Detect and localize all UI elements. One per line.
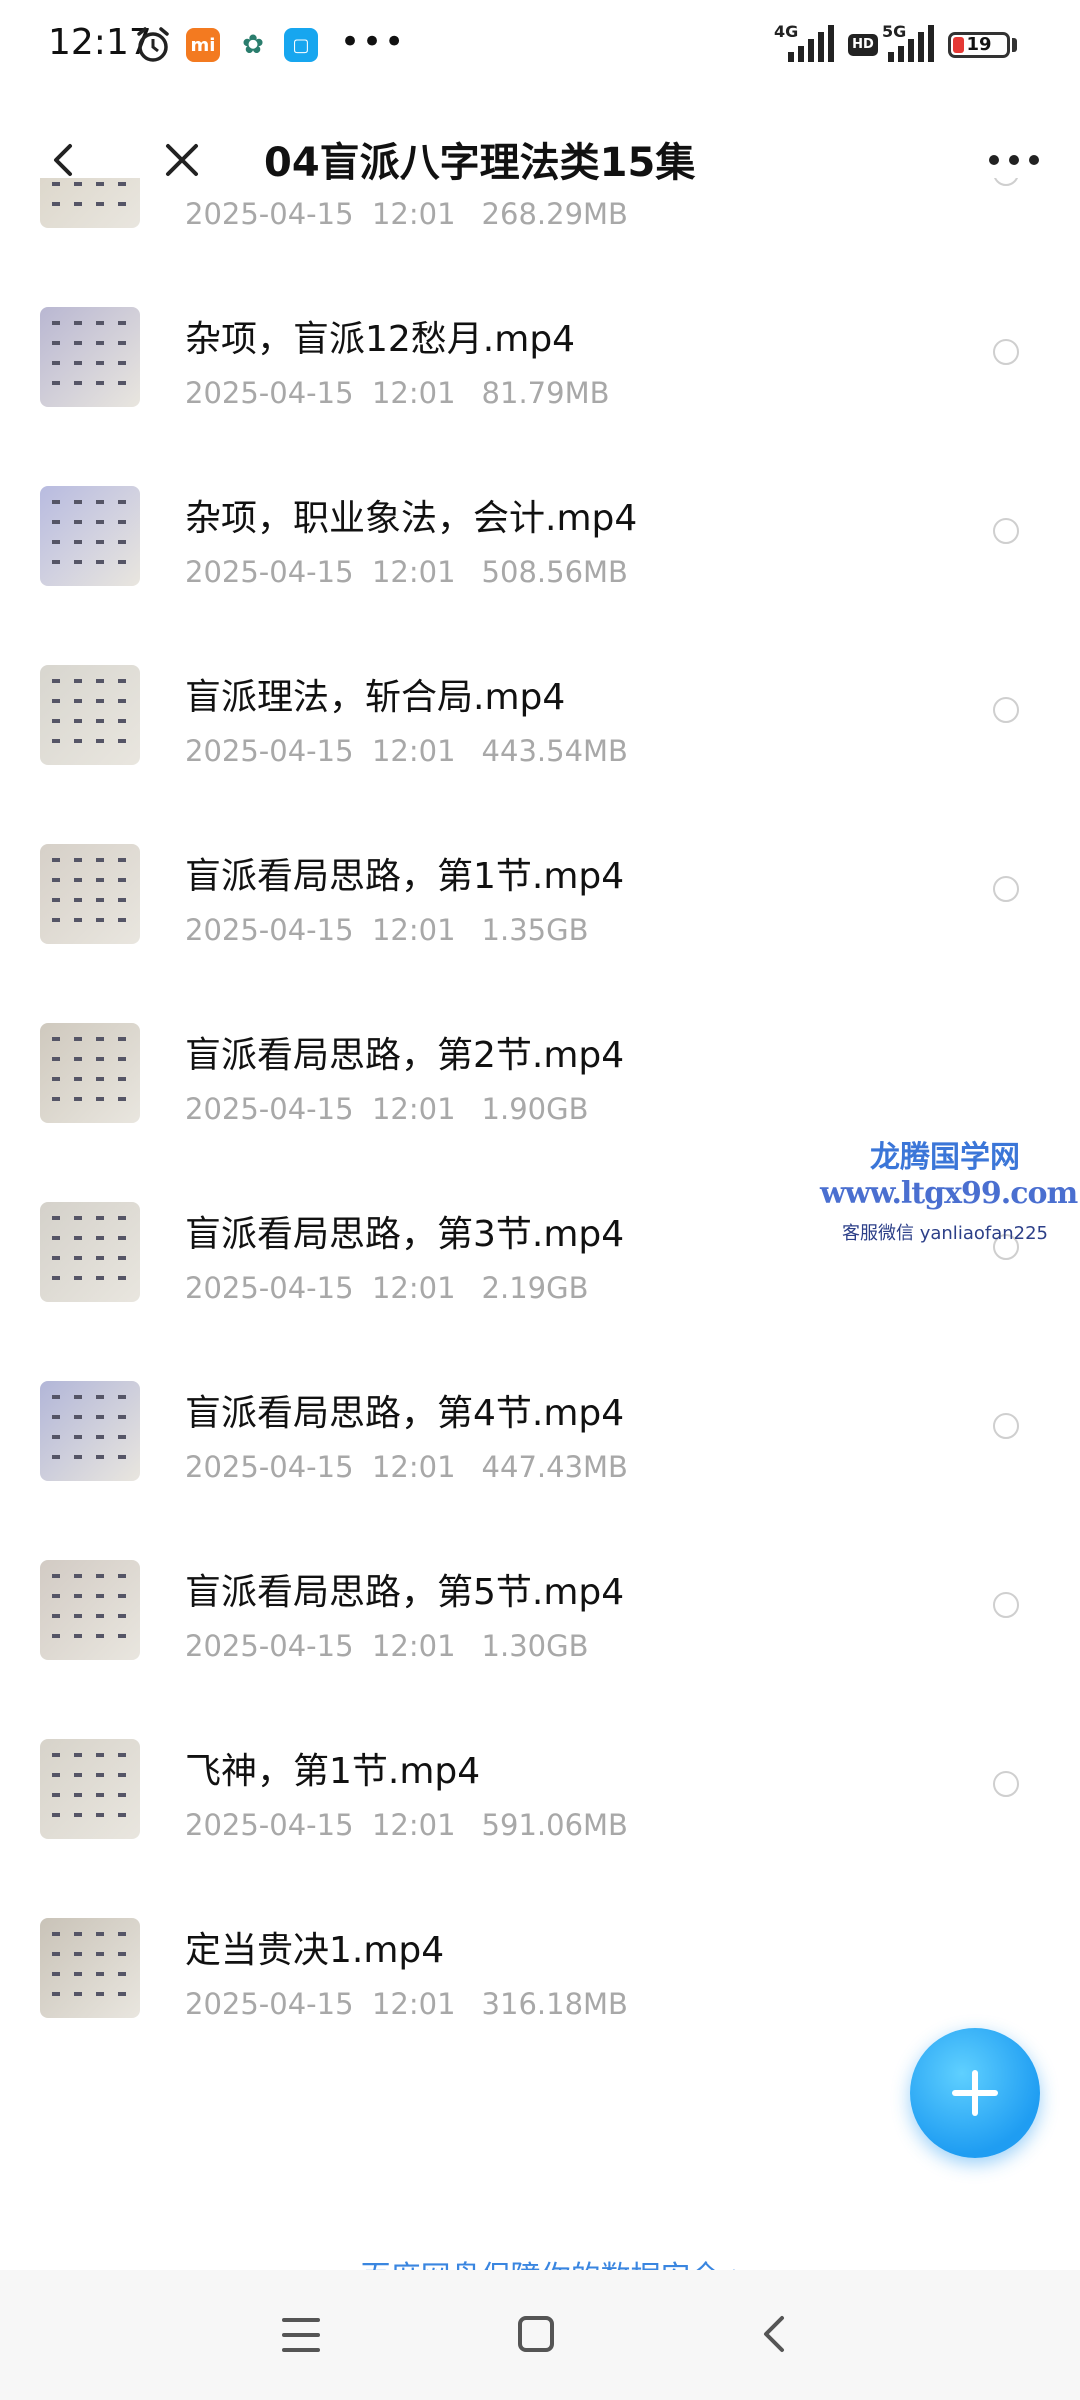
file-size: 591.06MB (481, 1808, 628, 1842)
file-date: 2025-04-15 12:01 (185, 1808, 456, 1842)
video-thumbnail (40, 307, 140, 407)
video-thumbnail (40, 1381, 140, 1481)
video-thumbnail (40, 1202, 140, 1302)
file-row[interactable]: 定当贵决1.mp4 2025-04-15 12:01 316.18MB (0, 1870, 1080, 2049)
video-thumbnail (40, 178, 140, 228)
file-row[interactable]: 盲派看局思路，第4节.mp4 2025-04-15 12:01 447.43MB (0, 1333, 1080, 1512)
video-thumbnail (40, 486, 140, 586)
video-thumbnail (40, 1739, 140, 1839)
file-meta: 2025-04-15 12:01 1.90GB (185, 1092, 588, 1126)
file-name: 盲派看局思路，第3节.mp4 (185, 1214, 625, 1255)
file-date: 2025-04-15 12:01 (185, 1450, 456, 1484)
file-row[interactable]: 飞神，第1节.mp4 2025-04-15 12:01 591.06MB (0, 1691, 1080, 1870)
battery-percent: 19 (966, 34, 992, 55)
signal-icon (788, 25, 834, 62)
file-date: 2025-04-15 12:01 (185, 1629, 456, 1663)
file-row[interactable]: 杂项，职业象法，会计.mp4 2025-04-15 12:01 508.56MB (0, 438, 1080, 617)
file-meta: 2025-04-15 12:01 508.56MB (185, 555, 628, 589)
file-name: 杂项，职业象法，会计.mp4 (185, 498, 638, 539)
plus-icon-bar (972, 2070, 978, 2116)
file-size: 1.90GB (481, 1092, 589, 1126)
signal-icon-2 (888, 25, 934, 62)
file-name: 定当贵决1.mp4 (185, 1930, 445, 1971)
status-bar: 12:17 mi ✿ ▢ ••• 4G HD 5G 19 (0, 0, 1080, 100)
file-meta: 2025-04-15 12:01 268.29MB (185, 197, 628, 231)
file-date: 2025-04-15 12:01 (185, 1271, 456, 1305)
select-radio[interactable] (993, 178, 1019, 186)
add-button[interactable] (910, 2028, 1040, 2158)
file-size: 316.18MB (481, 1987, 628, 2021)
system-nav-bar (0, 2270, 1080, 2400)
file-row[interactable]: 杂项，盲派12愁月.mp4 2025-04-15 12:01 81.79MB (0, 259, 1080, 438)
file-meta: 2025-04-15 12:01 1.30GB (185, 1629, 588, 1663)
file-date: 2025-04-15 12:01 (185, 1987, 456, 2021)
video-thumbnail (40, 844, 140, 944)
nav-back-icon[interactable] (756, 2314, 796, 2354)
battery-tip (1012, 38, 1017, 52)
file-row[interactable]: 盲派理法，斩合局.mp4 2025-04-15 12:01 443.54MB (0, 617, 1080, 796)
file-size: 447.43MB (481, 1450, 628, 1484)
file-name: 盲派理法，斩合局.mp4 (185, 677, 566, 718)
more-notifications-icon: ••• (340, 22, 407, 62)
file-name: 盲派看局思路，第5节.mp4 (185, 1572, 625, 1613)
file-name: 飞神，第1节.mp4 (185, 1751, 481, 1792)
file-date: 2025-04-15 12:01 (185, 197, 456, 231)
home-icon[interactable] (518, 2316, 554, 2352)
file-size: 1.35GB (481, 913, 589, 947)
file-date: 2025-04-15 12:01 (185, 913, 456, 947)
file-row[interactable]: 盲派看局思路，第1节.mp4 2025-04-15 12:01 1.35GB (0, 796, 1080, 975)
file-meta: 2025-04-15 12:01 81.79MB (185, 376, 609, 410)
hd-badge: HD (848, 34, 878, 56)
file-meta: 2025-04-15 12:01 591.06MB (185, 1808, 628, 1842)
file-name: 盲派看局思路，第2节.mp4 (185, 1035, 625, 1076)
blue-app-icon: ▢ (284, 28, 318, 62)
video-thumbnail (40, 1023, 140, 1123)
select-radio[interactable] (993, 876, 1019, 902)
video-thumbnail (40, 1918, 140, 2018)
select-radio[interactable] (993, 1413, 1019, 1439)
file-size: 443.54MB (481, 734, 628, 768)
file-meta: 2025-04-15 12:01 447.43MB (185, 1450, 628, 1484)
file-size: 1.30GB (481, 1629, 589, 1663)
file-size: 81.79MB (481, 376, 610, 410)
file-size: 2.19GB (481, 1271, 589, 1305)
video-thumbnail (40, 1560, 140, 1660)
file-name: 盲派看局思路，第1节.mp4 (185, 856, 625, 897)
file-meta: 2025-04-15 12:01 2.19GB (185, 1271, 588, 1305)
select-radio[interactable] (993, 697, 1019, 723)
watermark: 龙腾国学网 www.ltgx99.com 客服微信 yanliaofan225 (820, 1132, 1078, 1245)
flower-app-icon: ✿ (242, 30, 264, 60)
file-size: 508.56MB (481, 555, 628, 589)
file-row[interactable]: 盲派看局思路，第2节.mp4 2025-04-15 12:01 1.90GB (0, 975, 1080, 1154)
file-meta: 2025-04-15 12:01 443.54MB (185, 734, 628, 768)
watermark-site-name: 龙腾国学网 (870, 1140, 1020, 1175)
file-size: 268.29MB (481, 197, 628, 231)
recent-apps-icon[interactable] (282, 2318, 320, 2352)
more-options-icon[interactable] (986, 140, 1042, 180)
file-name: 定当贵决2.mp4 (185, 178, 444, 183)
back-icon[interactable] (44, 140, 84, 180)
select-radio[interactable] (993, 1771, 1019, 1797)
close-icon[interactable] (160, 138, 204, 182)
battery-icon: 19 (948, 32, 1010, 58)
file-row[interactable]: 盲派看局思路，第5节.mp4 2025-04-15 12:01 1.30GB (0, 1512, 1080, 1691)
select-radio[interactable] (993, 518, 1019, 544)
file-meta: 2025-04-15 12:01 1.35GB (185, 913, 588, 947)
file-date: 2025-04-15 12:01 (185, 376, 456, 410)
watermark-url: www.ltgx99.com (820, 1176, 1078, 1211)
mi-app-icon: mi (186, 28, 220, 62)
file-date: 2025-04-15 12:01 (185, 734, 456, 768)
file-meta: 2025-04-15 12:01 316.18MB (185, 1987, 628, 2021)
file-name: 杂项，盲派12愁月.mp4 (185, 319, 576, 360)
file-row[interactable]: 定当贵决2.mp4 2025-04-15 12:01 268.29MB (0, 178, 1080, 259)
file-name: 盲派看局思路，第4节.mp4 (185, 1393, 625, 1434)
select-radio[interactable] (993, 339, 1019, 365)
watermark-contact: 客服微信 yanliaofan225 (842, 1223, 1048, 1244)
alarm-icon (137, 27, 169, 62)
video-thumbnail (40, 665, 140, 765)
file-date: 2025-04-15 12:01 (185, 1092, 456, 1126)
select-radio[interactable] (993, 1592, 1019, 1618)
file-date: 2025-04-15 12:01 (185, 555, 456, 589)
